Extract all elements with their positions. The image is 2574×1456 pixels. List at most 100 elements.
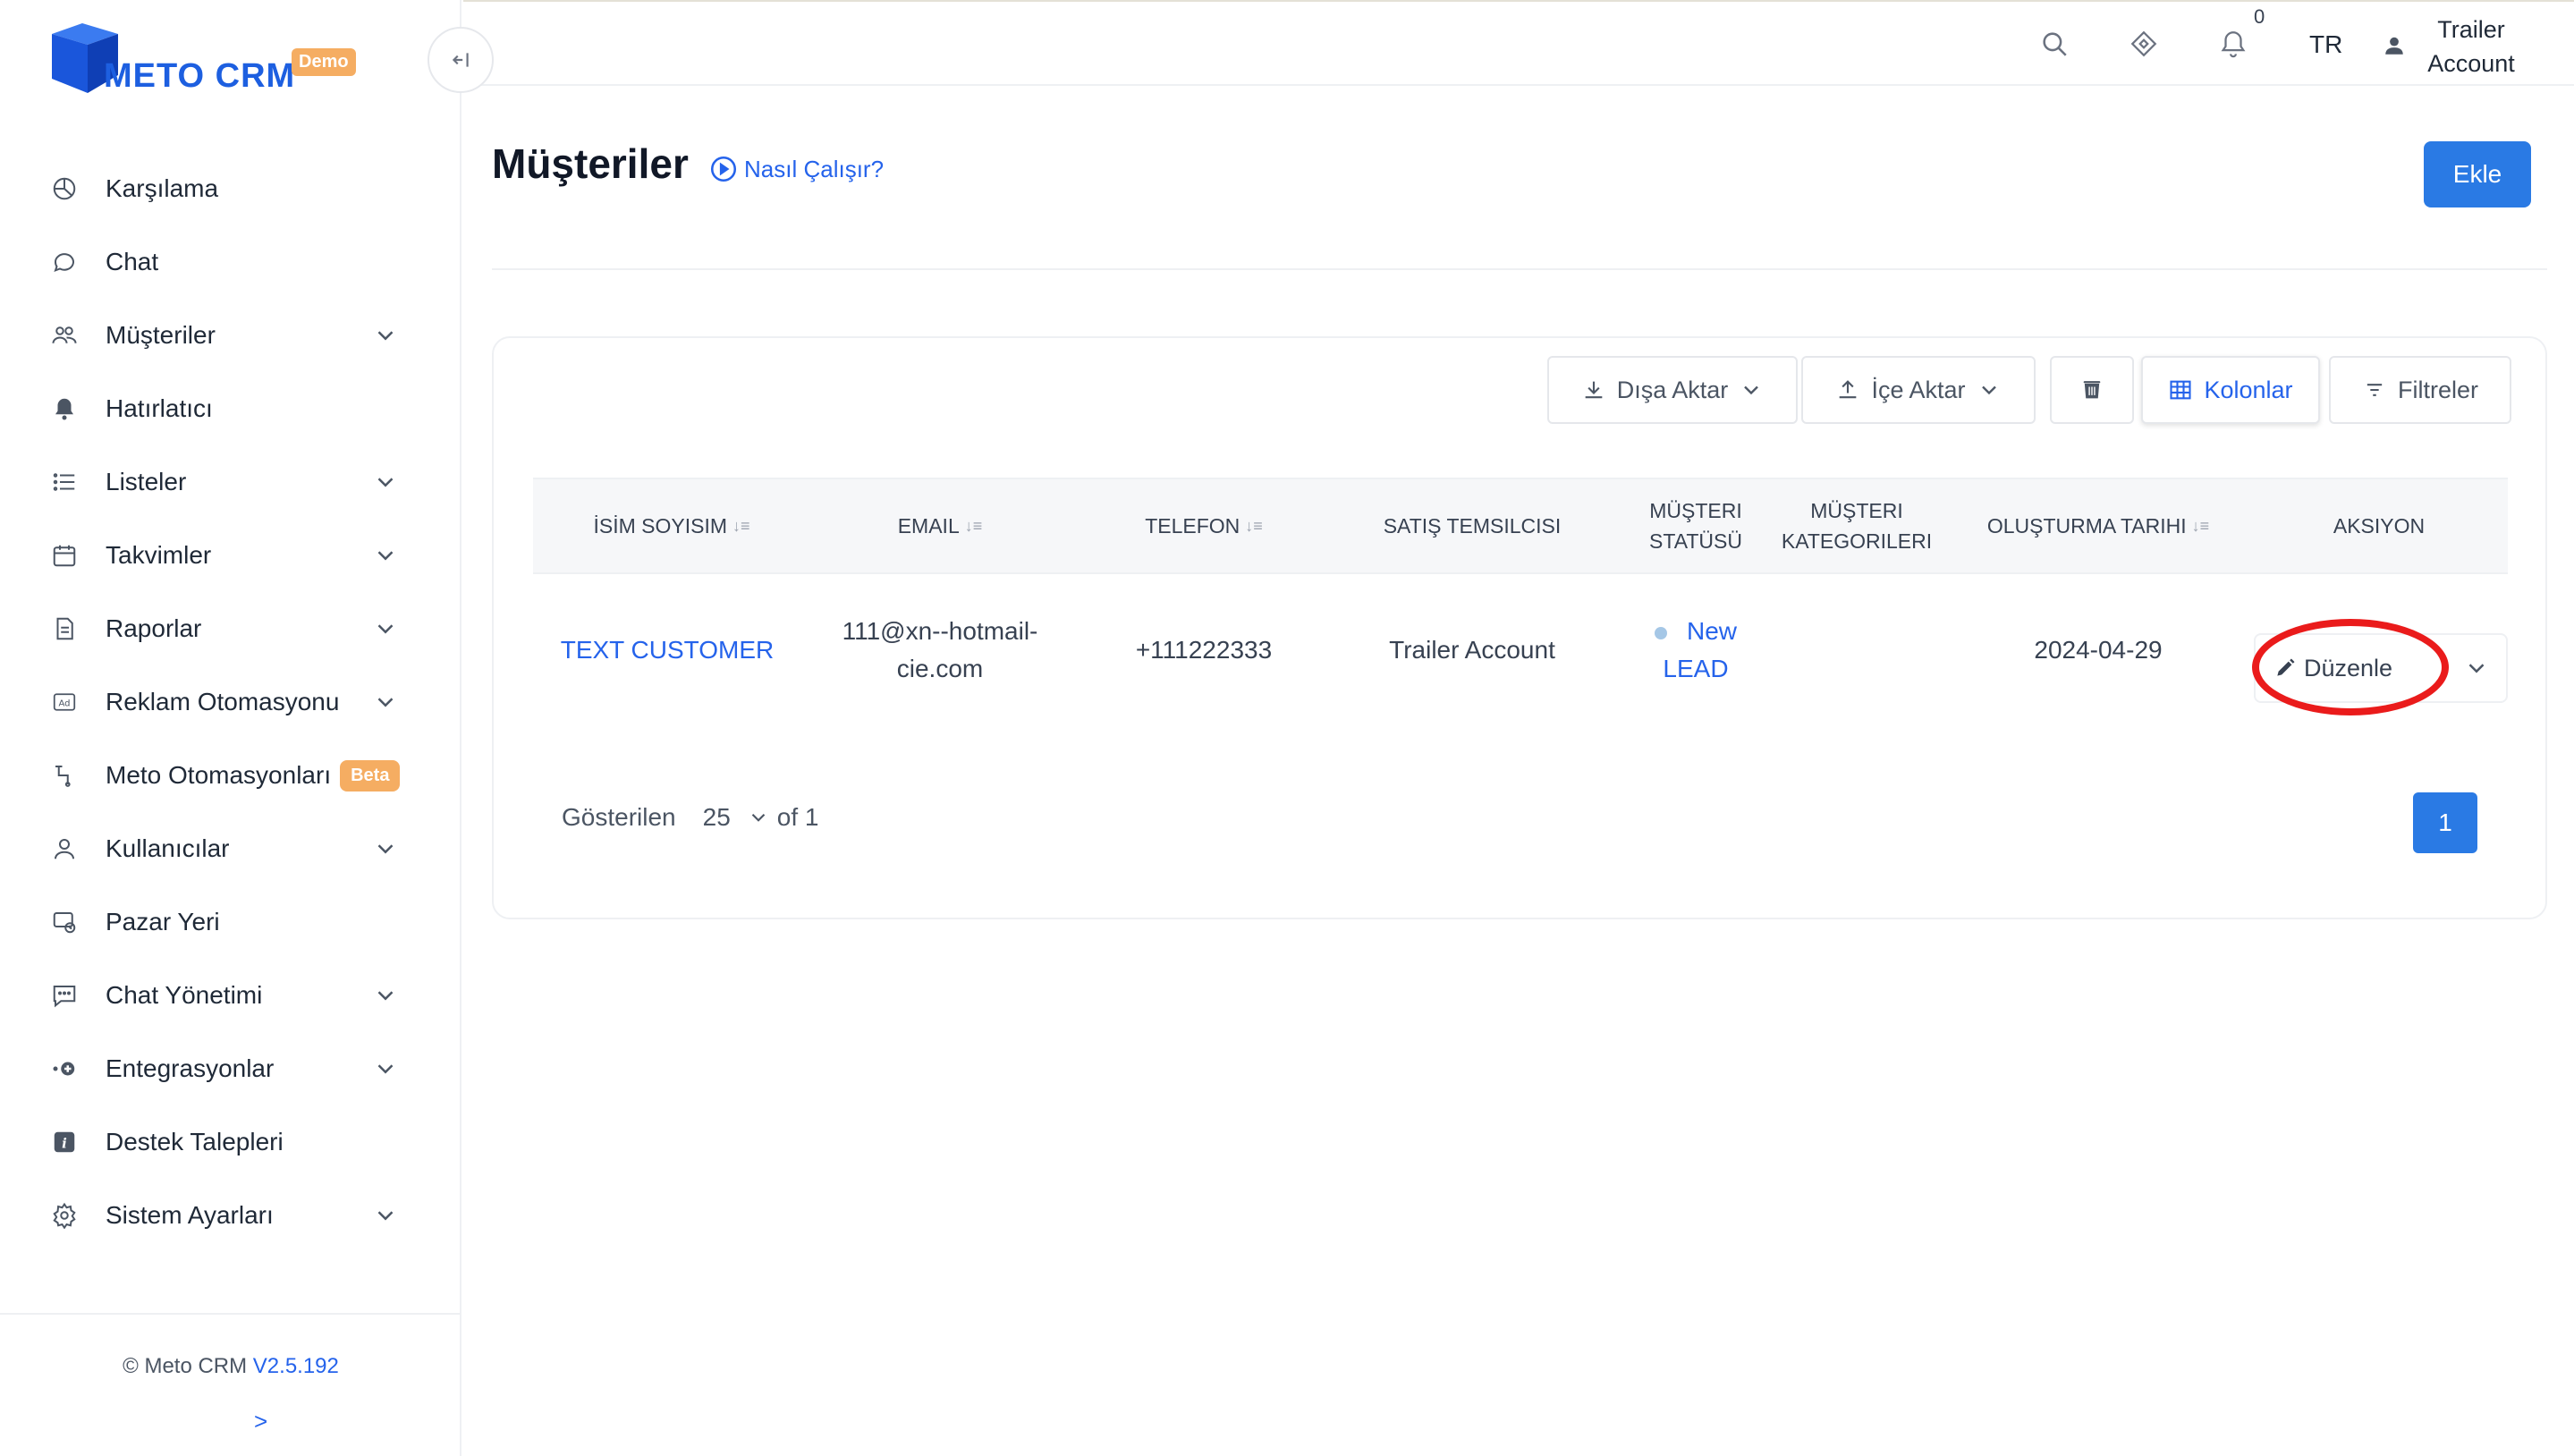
automation-icon <box>48 759 80 791</box>
sidebar-item-takvimler[interactable]: Takvimler <box>0 519 461 592</box>
sidebar-item-sistem-ayarlari[interactable]: Sistem Ayarları <box>0 1179 461 1252</box>
sidebar-item-label: Karşılama <box>106 174 219 202</box>
customer-phone: +111222333 <box>1135 636 1273 664</box>
sidebar-item-chat-yonetimi[interactable]: Chat Yönetimi <box>0 959 461 1032</box>
column-header-phone[interactable]: TELEFON ↓≡ <box>1070 479 1338 572</box>
sidebar-item-destek-talepleri[interactable]: i Destek Talepleri <box>0 1105 461 1179</box>
version-text: © Meto CRM V2.5.192 <box>0 1354 461 1379</box>
sidebar-item-label: Pazar Yeri <box>106 908 220 935</box>
integration-icon <box>48 1053 80 1085</box>
chevron-down-icon <box>377 624 394 634</box>
chevron-down-icon[interactable] <box>747 806 770 829</box>
demo-badge: Demo <box>292 48 356 76</box>
table-row: TEXT CUSTOMER 111@xn--hotmail-cie.com +1… <box>533 574 2508 726</box>
header-divider <box>492 268 2547 270</box>
columns-button[interactable]: Kolonlar <box>2141 356 2320 424</box>
sort-icon: ↓≡ <box>1245 517 1263 535</box>
language-switch[interactable]: TR <box>2309 30 2342 59</box>
page-title: Müşteriler <box>492 140 689 187</box>
report-icon <box>48 613 80 645</box>
delete-button[interactable] <box>2050 356 2134 424</box>
table-grid-icon <box>2170 380 2192 400</box>
user-avatar-icon <box>2385 37 2403 55</box>
sidebar-item-chat[interactable]: Chat <box>0 225 461 299</box>
column-header-email[interactable]: EMAIL ↓≡ <box>810 479 1070 572</box>
column-header-label: MÜŞTERI KATEGORILERI <box>1781 499 1933 553</box>
sidebar-nav: Karşılama Chat Müşteriler Hatırlatıcı Li… <box>0 152 461 1252</box>
sidebar-item-label: Destek Talepleri <box>106 1128 284 1155</box>
filters-label: Filtreler <box>2397 376 2478 403</box>
page-count-label: of 1 <box>776 803 819 831</box>
page-1-button[interactable]: 1 <box>2413 792 2477 853</box>
topbar: 0 TR Trailer Account <box>463 0 2574 86</box>
ad-icon: Ad <box>48 686 80 718</box>
diamond-icon[interactable] <box>2129 29 2161 61</box>
filters-button[interactable]: Filtreler <box>2329 356 2511 424</box>
collapse-sidebar-button[interactable] <box>428 27 494 93</box>
sidebar-item-raporlar[interactable]: Raporlar <box>0 592 461 665</box>
user-menu[interactable]: Trailer Account <box>2413 13 2529 80</box>
chevron-down-icon <box>377 844 394 854</box>
search-icon[interactable] <box>2039 29 2071 61</box>
version-link[interactable]: V2.5.192 <box>253 1354 339 1378</box>
sidebar-item-karsilama[interactable]: Karşılama <box>0 152 461 225</box>
sidebar-footer: © Meto CRM V2.5.192 > <box>0 1313 461 1456</box>
chevron-down-icon <box>377 991 394 1001</box>
edit-button[interactable]: Düzenle <box>2273 635 2392 701</box>
customer-email: 111@xn--hotmail-cie.com <box>842 617 1038 682</box>
import-button[interactable]: İçe Aktar <box>1801 356 2036 424</box>
sidebar-item-entegrasyonlar[interactable]: Entegrasyonlar <box>0 1032 461 1105</box>
copyright-text: © Meto CRM <box>123 1354 248 1378</box>
columns-label: Kolonlar <box>2204 376 2293 403</box>
chat-icon <box>48 246 80 278</box>
how-it-works-link[interactable]: Nasıl Çalışır? <box>708 154 884 184</box>
column-header-categories: MÜŞTERI KATEGORILERI <box>1767 479 1946 572</box>
column-header-label: İSİM SOYISIM <box>593 514 727 538</box>
customers-card: Dışa Aktar İçe Aktar Kolonlar Filtreler … <box>492 336 2547 919</box>
sidebar-item-label: Müşteriler <box>106 321 216 349</box>
download-icon <box>1585 381 1603 399</box>
row-action-group: Düzenle <box>2254 633 2508 703</box>
sort-icon: ↓≡ <box>732 517 750 535</box>
user-icon <box>48 833 80 865</box>
chevron-down-icon <box>377 698 394 707</box>
sidebar-item-listeler[interactable]: Listeler <box>0 445 461 519</box>
bell-icon <box>48 393 80 425</box>
page-size-select[interactable]: 25 <box>703 803 731 832</box>
notification-bell-icon[interactable] <box>2218 29 2250 61</box>
customer-name-link[interactable]: TEXT CUSTOMER <box>533 574 801 726</box>
sidebar-item-hatirlatici[interactable]: Hatırlatıcı <box>0 372 461 445</box>
column-header-created[interactable]: OLUŞTURMA TARIHI ↓≡ <box>1946 479 2250 572</box>
sidebar-item-reklam-otomasyonu[interactable]: Ad Reklam Otomasyonu <box>0 665 461 739</box>
column-header-label: MÜŞTERI STATÜSÜ <box>1649 499 1742 553</box>
column-header-name[interactable]: İSİM SOYISIM ↓≡ <box>533 479 810 572</box>
column-header-label: AKSIYON <box>2333 514 2426 538</box>
expand-arrow[interactable]: > <box>254 1408 267 1435</box>
customer-categories <box>1767 574 1946 726</box>
dashboard-icon <box>48 173 80 205</box>
column-header-label: EMAIL <box>897 514 960 538</box>
chevron-down-icon[interactable] <box>2463 655 2490 681</box>
marketplace-icon <box>48 906 80 938</box>
pencil-icon <box>2277 658 2295 676</box>
how-it-works-label: Nasıl Çalışır? <box>744 155 885 182</box>
chevron-down-icon <box>377 1211 394 1221</box>
info-icon: i <box>48 1126 80 1158</box>
collapse-left-icon <box>452 53 469 67</box>
export-button[interactable]: Dışa Aktar <box>1547 356 1798 424</box>
sidebar-item-kullanicilar[interactable]: Kullanıcılar <box>0 812 461 885</box>
gear-icon <box>48 1199 80 1232</box>
import-label: İçe Aktar <box>1871 376 1966 403</box>
sidebar-item-label: Listeler <box>106 468 187 495</box>
sidebar-item-pazar-yeri[interactable]: Pazar Yeri <box>0 885 461 959</box>
column-header-status: MÜŞTERI STATÜSÜ <box>1633 479 1758 572</box>
add-button[interactable]: Ekle <box>2424 141 2531 207</box>
export-label: Dışa Aktar <box>1616 376 1729 403</box>
list-icon <box>48 466 80 498</box>
edit-label: Düzenle <box>2304 654 2393 681</box>
filter-icon <box>2367 384 2383 396</box>
sidebar-item-meto-otomasyonlari[interactable]: Meto Otomasyonları Beta <box>0 739 461 812</box>
logo[interactable]: METO CRM Demo <box>47 21 368 97</box>
sidebar-item-musteriler[interactable]: Müşteriler <box>0 299 461 372</box>
column-header-sales-rep: SATIŞ TEMSILCISI <box>1338 479 1606 572</box>
